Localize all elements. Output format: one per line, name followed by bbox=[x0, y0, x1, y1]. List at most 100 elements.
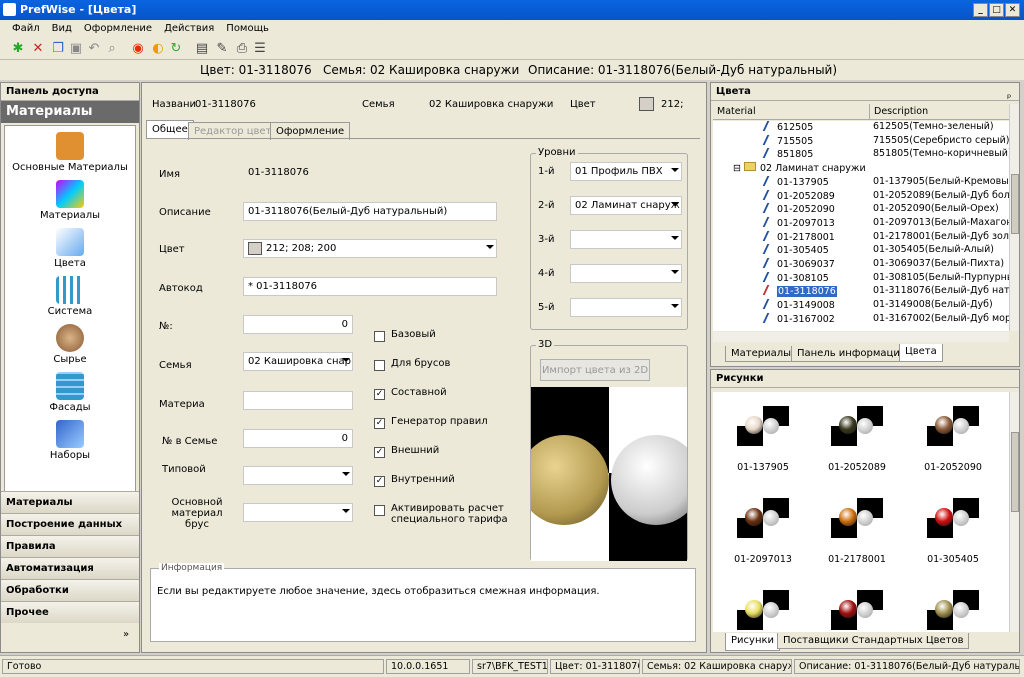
list-icon[interactable]: ☰ bbox=[252, 41, 268, 57]
color-thumbnail[interactable] bbox=[831, 498, 883, 538]
base-material-select[interactable] bbox=[243, 503, 353, 522]
color-thumbnail[interactable] bbox=[737, 498, 789, 538]
materials-header: Материалы bbox=[1, 101, 139, 123]
col-description[interactable]: Description bbox=[869, 104, 932, 119]
menu-design[interactable]: Оформление bbox=[78, 20, 158, 37]
section-processing[interactable]: Обработки bbox=[1, 579, 139, 601]
section-materials[interactable]: Материалы bbox=[1, 491, 139, 513]
autocode-input[interactable]: * 01-3118076 bbox=[243, 277, 497, 296]
minimize-button[interactable]: _ bbox=[973, 3, 988, 17]
level-select[interactable] bbox=[570, 230, 682, 249]
delete-icon[interactable]: ✕ bbox=[30, 41, 46, 57]
color-thumbnail[interactable] bbox=[831, 406, 883, 446]
color-thumbnail[interactable] bbox=[737, 406, 789, 446]
stop-icon[interactable]: ◉ bbox=[130, 41, 146, 57]
edit-icon[interactable]: ✎ bbox=[214, 41, 230, 57]
nav-system[interactable]: Система bbox=[5, 276, 135, 317]
collapse-icon[interactable]: ⊟ bbox=[733, 163, 744, 174]
colors-hscrollbar[interactable] bbox=[713, 332, 1009, 342]
tab-standard-suppliers[interactable]: Поставщики Стандартных Цветов bbox=[777, 633, 970, 649]
menu-actions[interactable]: Действия bbox=[158, 20, 220, 37]
section-other[interactable]: Прочее bbox=[1, 601, 139, 623]
col-material[interactable]: Material bbox=[717, 106, 756, 117]
refresh-icon[interactable]: ◐ bbox=[150, 41, 166, 57]
checkbox[interactable]: ✓ bbox=[374, 389, 385, 400]
nav-colors[interactable]: Цвета bbox=[5, 228, 135, 269]
material-description: 01-3069037(Белый-Пихта) bbox=[873, 258, 1005, 269]
pencil-icon bbox=[762, 175, 776, 186]
system-icon bbox=[56, 276, 84, 304]
menu-help[interactable]: Помощь bbox=[220, 20, 275, 37]
nav-raw[interactable]: Сырье bbox=[5, 324, 135, 365]
nav-facades[interactable]: Фасады bbox=[5, 372, 135, 413]
tree-row[interactable]: ⊟ 02 Ламинат снаружи bbox=[713, 162, 1009, 176]
num-input[interactable]: 0 bbox=[243, 315, 353, 334]
tree-row[interactable]: 01-2052090 01-2052090(Белый-Орех) bbox=[713, 203, 1009, 217]
undo-icon[interactable]: ↶ bbox=[86, 41, 102, 57]
maximize-button[interactable]: □ bbox=[989, 3, 1004, 17]
family-select[interactable]: 02 Кашировка снар bbox=[243, 352, 353, 371]
tree-row[interactable]: 851805 851805(Темно-коричневый) bbox=[713, 148, 1009, 162]
tree-row[interactable]: 01-308105 01-308105(Белый-Пурпурный) bbox=[713, 271, 1009, 286]
tree-row[interactable]: 612505 612505(Темно-зеленый) bbox=[713, 121, 1009, 135]
print-icon[interactable]: ⎙ bbox=[234, 41, 250, 57]
menu-view[interactable]: Вид bbox=[46, 20, 78, 37]
tree-row[interactable]: 01-2178001 01-2178001(Белый-Дуб золото bbox=[713, 230, 1009, 245]
checkbox[interactable]: ✓ bbox=[374, 447, 385, 458]
section-data-building[interactable]: Построение данных bbox=[1, 513, 139, 535]
search-icon[interactable]: ⌕ bbox=[104, 41, 120, 57]
colors-scrollbar[interactable] bbox=[1009, 104, 1019, 331]
tab-colors[interactable]: Цвета bbox=[899, 344, 943, 362]
tree-row[interactable]: 01-3118076 01-3118076(Белый-Дуб натура bbox=[713, 285, 1009, 299]
level-select[interactable]: 02 Ламинат снаруж bbox=[570, 196, 682, 215]
tree-row[interactable]: 01-3069037 01-3069037(Белый-Пихта) bbox=[713, 258, 1009, 272]
tree-row[interactable]: 715505 715505(Серебристо серый) bbox=[713, 134, 1009, 149]
import-color-button[interactable]: Импорт цвета из 2D bbox=[540, 359, 650, 381]
reload-icon[interactable]: ↻ bbox=[168, 41, 184, 57]
checkbox[interactable] bbox=[374, 505, 385, 516]
nav-base-materials[interactable]: Основные Материалы bbox=[5, 132, 135, 173]
level-select[interactable]: 01 Профиль ПВХ bbox=[570, 162, 682, 181]
color-thumbnail[interactable] bbox=[927, 406, 979, 446]
copy-icon[interactable]: ❐ bbox=[50, 41, 66, 57]
nav-materials[interactable]: Материалы bbox=[5, 180, 135, 221]
family-num-input[interactable]: 0 bbox=[243, 429, 353, 448]
material-label: Материа bbox=[159, 399, 205, 410]
tab-pictures[interactable]: Рисунки bbox=[725, 633, 781, 651]
tree-row[interactable]: 01-305405 01-305405(Белый-Алый) bbox=[713, 244, 1009, 258]
material-code: 01-308105 bbox=[777, 272, 829, 284]
color-thumbnail[interactable] bbox=[737, 590, 789, 630]
checkbox[interactable] bbox=[374, 331, 385, 342]
level-select[interactable] bbox=[570, 264, 682, 283]
tab-general[interactable]: Общее bbox=[146, 120, 194, 138]
pin-icon[interactable]: ᵖ bbox=[1007, 93, 1011, 104]
expand-chevron-icon[interactable]: » bbox=[123, 629, 129, 640]
color-thumbnail[interactable] bbox=[927, 498, 979, 538]
color-thumbnail[interactable] bbox=[927, 590, 979, 630]
tree-row[interactable]: 01-2097013 01-2097013(Белый-Махагон) bbox=[713, 216, 1009, 231]
color-thumbnail[interactable] bbox=[831, 590, 883, 630]
save-icon[interactable]: ▣ bbox=[68, 41, 84, 57]
close-button[interactable]: ✕ bbox=[1005, 3, 1020, 17]
tree-row[interactable]: 01-3167002 01-3167002(Белый-Дуб морен bbox=[713, 312, 1009, 327]
level-select[interactable] bbox=[570, 298, 682, 317]
nav-sets[interactable]: Наборы bbox=[5, 420, 135, 461]
tab-materials[interactable]: Материалы bbox=[725, 346, 797, 362]
description-input[interactable]: 01-3118076(Белый-Дуб натуральный) bbox=[243, 202, 497, 221]
checkbox[interactable] bbox=[374, 360, 385, 371]
tree-row[interactable]: 01-137905 01-137905(Белый-Кремовый) bbox=[713, 175, 1009, 190]
new-icon[interactable]: ✱ bbox=[10, 41, 26, 57]
section-automation[interactable]: Автоматизация bbox=[1, 557, 139, 579]
pictures-scrollbar[interactable] bbox=[1009, 392, 1019, 632]
type-select[interactable] bbox=[243, 466, 353, 485]
color-select[interactable]: 212; 208; 200 bbox=[243, 239, 497, 258]
checkbox[interactable]: ✓ bbox=[374, 418, 385, 429]
menu-file[interactable]: Файл bbox=[6, 20, 46, 37]
material-input[interactable] bbox=[243, 391, 353, 410]
section-rules[interactable]: Правила bbox=[1, 535, 139, 557]
tab-info-panel[interactable]: Панель информации bbox=[791, 346, 913, 362]
checkbox[interactable]: ✓ bbox=[374, 476, 385, 487]
window-icon[interactable]: ▤ bbox=[194, 41, 210, 57]
tree-row[interactable]: 01-2052089 01-2052089(Белый-Дуб болотн bbox=[713, 189, 1009, 204]
tree-row[interactable]: 01-3149008 01-3149008(Белый-Дуб) bbox=[713, 299, 1009, 313]
